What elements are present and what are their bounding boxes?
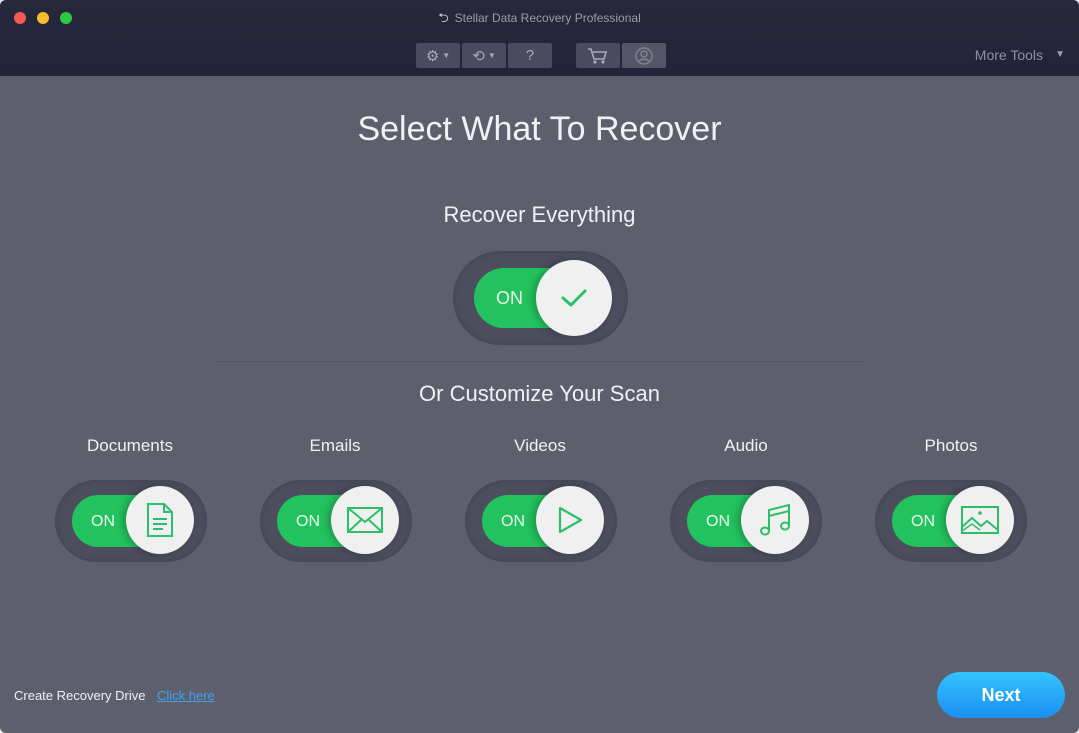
toggle-knob[interactable] [536,486,604,554]
app-window: ⮌ Stellar Data Recovery Professional ⚙ ▼ ⟲… [0,0,1079,733]
toggle-state-label: ON [91,513,115,530]
music-icon [760,503,790,536]
recover-everything-toggle[interactable]: ON [453,251,628,345]
window-title: ⮌ Stellar Data Recovery Professional [0,9,1079,31]
chevron-down-icon: ▼ [442,51,451,60]
toggle-knob[interactable] [946,486,1014,554]
settings-button[interactable]: ⚙ ▼ [416,43,460,68]
cart-button[interactable] [576,43,620,68]
chevron-down-icon: ▼ [487,51,496,60]
toggle-state-label: ON [501,513,525,530]
category-label-emails: Emails [309,436,361,455]
more-tools-menu[interactable]: More Tools [975,47,1043,63]
category-label-documents: Documents [87,436,173,455]
chevron-down-icon[interactable]: ▼ [1055,49,1065,60]
toggle-knob[interactable] [331,486,399,554]
image-icon [961,506,999,534]
toggle-knob[interactable] [741,486,809,554]
category-label-audio: Audio [724,436,768,455]
toggle-knob[interactable] [536,260,612,336]
section-divider [215,361,865,362]
documents-toggle[interactable]: ON [55,480,207,562]
toggle-state-label: ON [706,513,730,530]
cart-icon [588,47,608,64]
window-title-text: Stellar Data Recovery Professional [454,11,641,25]
account-button[interactable] [622,43,666,68]
category-label-videos: Videos [514,436,566,455]
recover-everything-label: Recover Everything [443,202,636,227]
customize-scan-heading: Or Customize Your Scan [419,381,660,406]
toggle-state-label: ON [296,513,320,530]
history-icon: ⟲ [472,47,485,65]
category-label-photos: Photos [924,436,978,455]
videos-toggle[interactable]: ON [465,480,617,562]
emails-toggle[interactable]: ON [260,480,412,562]
help-icon: ? [525,47,535,64]
photos-toggle[interactable]: ON [875,480,1027,562]
toggle-state-label: ON [911,513,935,530]
email-icon [347,507,383,533]
play-icon [558,506,583,534]
document-icon [147,503,173,537]
audio-toggle[interactable]: ON [670,480,822,562]
title-bar: ⮌ Stellar Data Recovery Professional ⚙ ▼ ⟲… [0,0,1079,76]
create-recovery-drive-link[interactable]: Click here [157,688,215,703]
app-logo-icon: ⮌ [438,10,449,25]
gear-icon: ⚙ [425,47,440,65]
user-icon [635,46,653,65]
help-button[interactable]: ? [508,43,552,68]
page-title: Select What To Recover [357,110,722,148]
create-recovery-drive-label: Create Recovery Drive [14,688,146,703]
toggle-state-label: ON [496,288,523,308]
toggle-knob[interactable] [126,486,194,554]
check-icon [561,289,587,307]
history-button[interactable]: ⟲ ▼ [462,43,506,68]
next-button[interactable]: Next [937,672,1065,718]
